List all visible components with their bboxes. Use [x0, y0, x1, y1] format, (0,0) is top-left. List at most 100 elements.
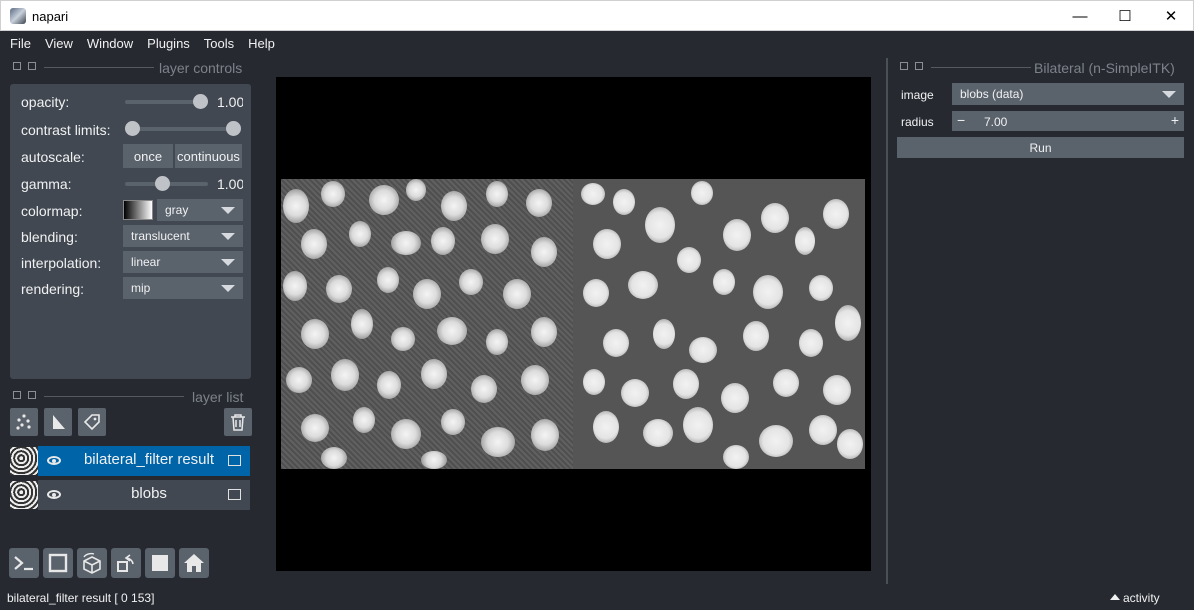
- interpolation-select[interactable]: linear: [123, 251, 243, 273]
- points-icon: [16, 414, 31, 430]
- dock-float-icon[interactable]: [28, 62, 36, 70]
- chevron-down-icon: [221, 285, 235, 292]
- header-divider: [44, 396, 184, 397]
- menu-tools[interactable]: Tools: [197, 36, 241, 51]
- interpolation-value: linear: [131, 255, 161, 269]
- decrement-icon[interactable]: −: [957, 112, 965, 128]
- gamma-value: 1.00: [217, 176, 243, 192]
- rendering-value: mip: [131, 281, 151, 295]
- console-icon: [14, 556, 33, 571]
- menu-help[interactable]: Help: [241, 36, 282, 51]
- layer-row[interactable]: blobs: [38, 480, 250, 510]
- plugin-widget-header: Bilateral (n-SimpleITK): [897, 57, 1182, 77]
- grid-view-button[interactable]: [145, 548, 175, 578]
- increment-icon[interactable]: +: [1171, 112, 1179, 128]
- plugin-widget-title: Bilateral (n-SimpleITK): [1034, 60, 1175, 76]
- ndisplay-icon: [48, 553, 68, 573]
- layer-item[interactable]: blobs: [10, 480, 250, 510]
- blobs-image-noisy: [281, 179, 573, 469]
- layer-controls-title: layer controls: [159, 60, 243, 76]
- image-layer-icon: [228, 489, 241, 500]
- activity-arrow-icon[interactable]: [1110, 594, 1120, 600]
- image-param-label: image: [901, 88, 934, 102]
- contrast-min-handle[interactable]: [125, 121, 140, 136]
- menu-window[interactable]: Window: [80, 36, 140, 51]
- chevron-down-icon: [221, 233, 235, 240]
- layer-controls-header: layer controls: [10, 57, 250, 77]
- menu-view[interactable]: View: [38, 36, 80, 51]
- run-button[interactable]: Run: [897, 137, 1184, 158]
- roll-dimensions-button[interactable]: [77, 548, 107, 578]
- status-text: bilateral_filter result [ 0 153]: [7, 591, 155, 605]
- autoscale-continuous-button[interactable]: continuous: [175, 144, 242, 168]
- minimize-button[interactable]: —: [1057, 1, 1103, 31]
- console-button[interactable]: [9, 548, 39, 578]
- contrast-limits-slider[interactable]: [131, 127, 237, 131]
- menu-file[interactable]: File: [3, 36, 38, 51]
- visibility-eye-icon[interactable]: [47, 490, 61, 499]
- contrast-max-handle[interactable]: [226, 121, 241, 136]
- opacity-label: opacity:: [21, 94, 70, 110]
- dock-float-icon[interactable]: [915, 62, 923, 70]
- radius-spinbox[interactable]: − 7.00 +: [952, 111, 1184, 131]
- header-divider: [931, 67, 1031, 68]
- colormap-label: colormap:: [21, 203, 83, 219]
- gamma-label: gamma:: [21, 176, 72, 192]
- title-bar: napari — ☐ ✕: [0, 0, 1194, 31]
- delete-layer-button[interactable]: [224, 408, 252, 436]
- new-labels-button[interactable]: [78, 408, 106, 436]
- layer-row-selected[interactable]: bilateral_filter result: [38, 446, 250, 476]
- dock-float-icon[interactable]: [28, 391, 36, 399]
- roll-icon: [83, 552, 101, 574]
- blobs-image-filtered: [573, 179, 865, 469]
- image-param-select[interactable]: blobs (data): [952, 83, 1184, 105]
- layer-name[interactable]: blobs: [74, 485, 224, 502]
- menu-plugins[interactable]: Plugins: [140, 36, 197, 51]
- maximize-button[interactable]: ☐: [1102, 1, 1148, 31]
- napari-icon: [10, 8, 26, 24]
- opacity-slider-handle[interactable]: [193, 94, 208, 109]
- home-icon: [184, 554, 204, 572]
- layer-list-title: layer list: [192, 389, 244, 405]
- dock-close-icon[interactable]: [13, 62, 21, 70]
- dock-close-icon[interactable]: [13, 391, 21, 399]
- image-layer-icon: [228, 455, 241, 466]
- chevron-down-icon: [221, 207, 235, 214]
- dock-splitter[interactable]: [886, 58, 888, 584]
- layer-name[interactable]: bilateral_filter result: [74, 451, 224, 468]
- labels-icon: [83, 414, 100, 431]
- contrast-limits-label: contrast limits:: [21, 122, 111, 138]
- dock-close-icon[interactable]: [900, 62, 908, 70]
- grid-icon: [152, 555, 168, 571]
- viewer-canvas[interactable]: [276, 77, 871, 571]
- visibility-eye-icon[interactable]: [47, 456, 61, 465]
- gamma-slider-handle[interactable]: [155, 176, 170, 191]
- layer-thumbnail: [10, 481, 38, 509]
- chevron-down-icon: [1162, 91, 1176, 98]
- ndisplay-button[interactable]: [43, 548, 73, 578]
- colormap-preview: [123, 200, 153, 220]
- interpolation-label: interpolation:: [21, 255, 102, 271]
- trash-icon: [231, 414, 245, 431]
- new-points-button[interactable]: [10, 408, 38, 436]
- blending-select[interactable]: translucent: [123, 225, 243, 247]
- radius-value[interactable]: 7.00: [984, 115, 1007, 129]
- close-button[interactable]: ✕: [1148, 1, 1194, 31]
- layer-thumbnail: [10, 447, 38, 475]
- home-button[interactable]: [179, 548, 209, 578]
- new-shapes-button[interactable]: [44, 408, 72, 436]
- activity-button[interactable]: activity: [1123, 591, 1160, 605]
- layer-list-header: layer list: [10, 386, 250, 406]
- colormap-select[interactable]: gray: [157, 199, 243, 221]
- layer-item[interactable]: bilateral_filter result: [10, 446, 250, 476]
- opacity-value: 1.00: [217, 94, 243, 110]
- menu-bar: File View Window Plugins Tools Help: [0, 31, 1194, 55]
- transpose-button[interactable]: [111, 548, 141, 578]
- blending-label: blending:: [21, 229, 78, 245]
- colormap-value: gray: [165, 203, 189, 217]
- autoscale-once-button[interactable]: once: [123, 144, 173, 168]
- rendering-select[interactable]: mip: [123, 277, 243, 299]
- transpose-icon: [117, 554, 134, 572]
- radius-param-label: radius: [901, 115, 934, 129]
- layer-controls-panel: opacity: 1.00 contrast limits: autoscale…: [10, 84, 251, 379]
